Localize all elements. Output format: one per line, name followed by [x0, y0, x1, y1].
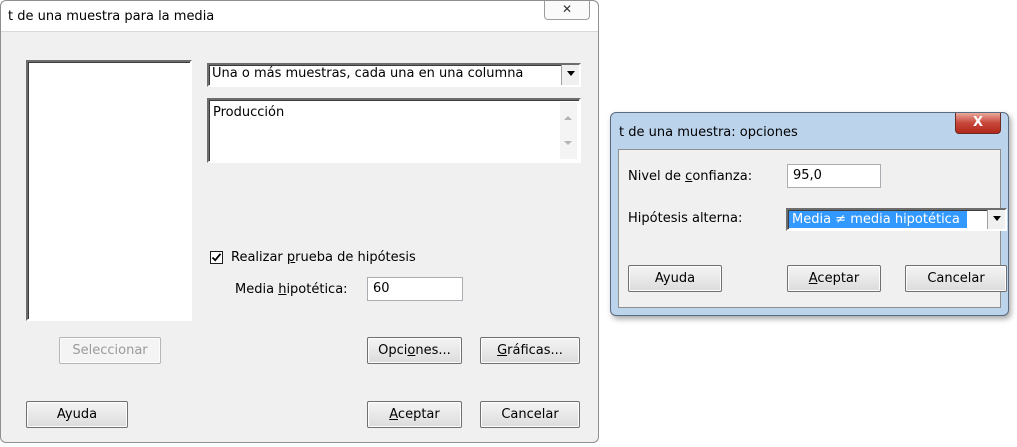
confidence-label: Nivel de confianza: — [628, 169, 752, 184]
chevron-down-icon[interactable] — [561, 65, 579, 85]
label-part: ceptar — [397, 407, 440, 422]
title-bar[interactable]: t de una muestra para la media ✕ — [1, 1, 598, 32]
variables-listbox[interactable] — [26, 60, 192, 321]
one-sample-t-dialog: t de una muestra para la media ✕ Una o m… — [0, 0, 599, 443]
options-dialog: t de una muestra: opciones X Nivel de co… — [610, 112, 1009, 316]
label-part: Media — [235, 282, 279, 297]
help-button[interactable]: Ayuda — [26, 401, 128, 428]
label-part: onfianza: — [692, 169, 753, 184]
data-mode-value: Una o más muestras, cada una en una colu… — [212, 66, 524, 81]
scroll-up-icon[interactable] — [564, 116, 572, 120]
alternative-dropdown[interactable]: Media ≠ media hipotética — [786, 208, 1007, 231]
scroll-down-icon[interactable] — [564, 141, 572, 145]
columns-value: Producción — [213, 105, 285, 120]
ok-button[interactable]: Aceptar — [367, 401, 462, 428]
label-part: ráficas... — [507, 343, 563, 358]
options-cancel-button[interactable]: Cancelar — [905, 265, 1007, 292]
hypothesized-mean-input[interactable]: 60 — [367, 277, 463, 301]
hypothesized-mean-label: Media hipotética: — [235, 282, 348, 297]
dialog-title: t de una muestra para la media — [8, 9, 215, 24]
close-icon[interactable]: X — [955, 113, 1001, 134]
label-part: ceptar — [817, 271, 860, 286]
label-part: nes... — [415, 343, 451, 358]
options-ok-button[interactable]: Aceptar — [787, 265, 881, 292]
label-part: ipotética: — [286, 282, 348, 297]
hypothesis-test-checkbox[interactable] — [210, 251, 223, 264]
options-title-bar[interactable]: t de una muestra: opciones X — [611, 113, 1008, 141]
hypothesis-test-label[interactable]: Realizar prueba de hipótesis — [231, 250, 416, 265]
chevron-down-icon[interactable] — [987, 210, 1005, 229]
columns-textbox[interactable]: Producción — [207, 98, 581, 163]
options-help-button[interactable]: Ayuda — [628, 265, 722, 292]
label-mnemonic: p — [286, 250, 296, 265]
label-mnemonic: G — [497, 343, 508, 358]
columns-scrollbar[interactable] — [560, 102, 577, 159]
label-mnemonic: A — [389, 407, 398, 422]
cancel-button[interactable]: Cancelar — [480, 401, 580, 428]
options-client-area: Nivel de confianza: 95,0 Hipótesis alter… — [618, 149, 1007, 308]
options-button[interactable]: Opciones... — [367, 337, 462, 364]
label-part: Nivel de — [628, 169, 686, 184]
data-mode-dropdown[interactable]: Una o más muestras, cada una en una colu… — [207, 63, 581, 87]
confidence-input[interactable]: 95,0 — [787, 164, 881, 188]
alternative-label: Hipótesis alterna: — [628, 211, 743, 226]
select-button[interactable]: Seleccionar — [59, 337, 161, 364]
graphs-button[interactable]: Gráficas... — [480, 337, 580, 364]
options-dialog-title: t de una muestra: opciones — [619, 125, 798, 140]
alternative-value: Media ≠ media hipotética — [789, 211, 967, 228]
label-part: rueba de hipótesis — [295, 250, 416, 265]
close-icon[interactable]: ✕ — [544, 1, 590, 20]
checkmark-icon — [211, 253, 222, 262]
label-part: Opci — [378, 343, 408, 358]
label-part: Realizar — [231, 250, 287, 265]
